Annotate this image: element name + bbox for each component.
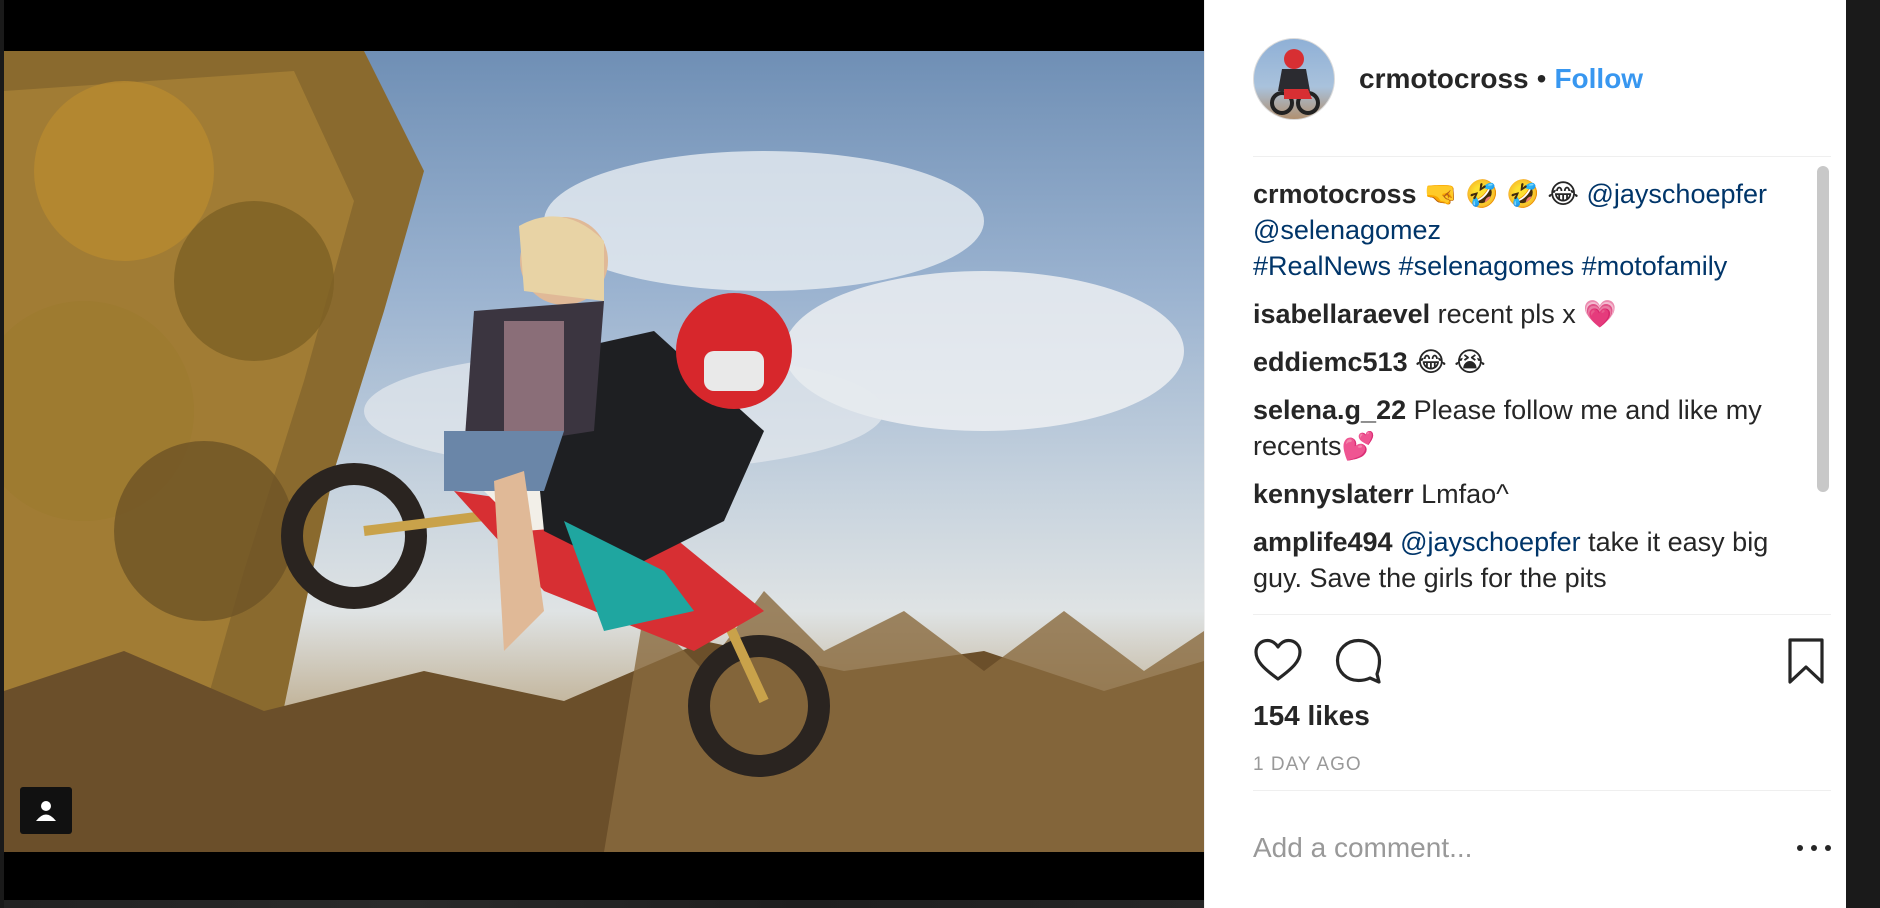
comment-username[interactable]: eddiemc513 <box>1253 347 1408 377</box>
comment-text: recent pls x 💗 <box>1437 299 1617 329</box>
more-options-icon <box>1797 845 1803 851</box>
backdrop-edge <box>1846 0 1880 908</box>
post-timestamp[interactable]: 1 DAY AGO <box>1253 754 1362 776</box>
post-details-panel: crmotocross • Follow crmotocross 🤜 🤣 🤣 😂… <box>1204 0 1847 908</box>
list-item: kennyslaterr Lmfao^ <box>1253 476 1813 512</box>
scrollbar-thumb[interactable] <box>1817 166 1829 492</box>
bookmark-icon <box>1788 638 1824 684</box>
media-bottom-bar <box>4 852 1204 908</box>
user-tag-button[interactable] <box>20 787 72 834</box>
comment-text: Lmfao^ <box>1421 479 1509 509</box>
separator-dot: • <box>1536 63 1547 94</box>
caption-hashtags[interactable]: #RealNews #selenagomes #motofamily <box>1253 251 1727 281</box>
like-button[interactable] <box>1253 636 1303 686</box>
comment-text: 😂 😭 <box>1415 347 1486 377</box>
avatar-image <box>1270 49 1320 115</box>
comments-list: crmotocross 🤜 🤣 🤣 😂 @jayschoepfer @selen… <box>1253 176 1813 610</box>
heart-icon <box>1254 638 1302 681</box>
user-tag-icon <box>36 800 56 821</box>
post-media <box>4 0 1204 908</box>
follow-button[interactable]: Follow <box>1554 63 1643 95</box>
divider <box>1253 614 1831 615</box>
post-author-username[interactable]: crmotocross <box>1359 63 1529 95</box>
comment-input[interactable] <box>1253 818 1763 878</box>
comment-username[interactable]: amplife494 <box>1253 527 1393 557</box>
post-photo[interactable] <box>4 51 1204 852</box>
divider <box>1253 790 1831 791</box>
post-header: crmotocross • Follow <box>1253 36 1823 122</box>
post-actions <box>1253 632 1831 688</box>
comment-username[interactable]: selena.g_22 <box>1253 395 1406 425</box>
photo-illustration <box>4 51 1204 852</box>
divider <box>1253 156 1831 157</box>
list-item: eddiemc513 😂 😭 <box>1253 344 1813 380</box>
save-button[interactable] <box>1781 636 1831 686</box>
comments-scrollbar[interactable] <box>1815 158 1829 610</box>
more-options-button[interactable] <box>1797 836 1831 860</box>
caption-username[interactable]: crmotocross <box>1253 179 1417 209</box>
caption-emojis: 🤜 🤣 🤣 😂 <box>1424 179 1587 209</box>
comment-username[interactable]: kennyslaterr <box>1253 479 1414 509</box>
list-item: amplife494 @jayschoepfer take it easy bi… <box>1253 524 1813 596</box>
caption-mention[interactable]: @jayschoepfer <box>1587 179 1768 209</box>
comment-username[interactable]: isabellaraevel <box>1253 299 1430 329</box>
speech-bubble-icon <box>1335 638 1382 684</box>
list-item: selena.g_22 Please follow me and like my… <box>1253 392 1813 464</box>
list-item: isabellaraevel recent pls x 💗 <box>1253 296 1813 332</box>
caption: crmotocross 🤜 🤣 🤣 😂 @jayschoepfer @selen… <box>1253 176 1813 284</box>
caption-mention[interactable]: @selenagomez <box>1253 215 1441 245</box>
comment-mention[interactable]: @jayschoepfer <box>1400 527 1581 557</box>
comment-button[interactable] <box>1333 636 1383 686</box>
likes-count[interactable]: 154 likes <box>1253 700 1370 732</box>
avatar[interactable] <box>1253 38 1335 120</box>
